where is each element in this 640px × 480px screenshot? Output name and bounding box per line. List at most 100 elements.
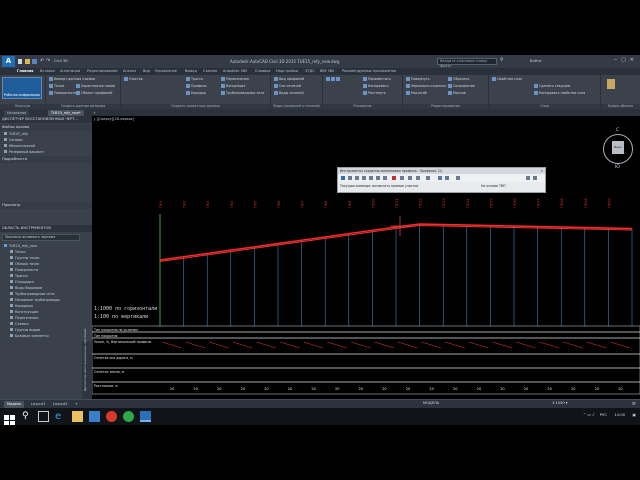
undo-icon[interactable]	[438, 176, 442, 180]
tray-icons[interactable]: ⌃ ▭ ♪	[583, 412, 595, 417]
search-icon[interactable]: ⚲	[22, 411, 33, 422]
tab-view[interactable]: Вид	[143, 69, 150, 73]
user-login[interactable]: Войти	[530, 59, 541, 63]
curve-icon[interactable]	[376, 176, 380, 180]
chrome-icon[interactable]	[123, 411, 134, 422]
tree-item[interactable]: Площадки	[10, 280, 34, 284]
file-item[interactable]: Резервный вариант	[4, 150, 44, 154]
rotate-button[interactable]: Повернуть	[406, 77, 430, 81]
fixed-tangent-icon[interactable]	[369, 176, 373, 180]
close-icon[interactable]: ✕	[630, 57, 638, 63]
pipe-networks-button[interactable]: Трубопроводные сети	[221, 91, 264, 95]
tree-item[interactable]: Трассы	[10, 274, 28, 278]
viewport-controls[interactable]: [-][Сверху][2D-каркас]	[94, 117, 134, 121]
import-survey-button[interactable]: Импорт данных съемки	[49, 77, 95, 81]
fillet-button[interactable]: Сопряжение	[448, 84, 475, 88]
feature-line-button[interactable]: Характерная линия	[76, 84, 115, 88]
move-button[interactable]: Переместить	[363, 77, 391, 81]
properties-icon[interactable]	[456, 176, 460, 180]
points-button[interactable]: Точки	[49, 84, 64, 88]
tab-etds[interactable]: ЭТДС	[305, 69, 315, 73]
annotation-scale[interactable]: 1:1000 ▾	[552, 401, 568, 405]
make-current-button[interactable]: Сделать текущим	[534, 84, 570, 88]
tree-item[interactable]: Точки	[10, 250, 25, 254]
new-icon[interactable]	[18, 59, 22, 64]
sample-lines-button[interactable]: Оси сечений	[274, 84, 301, 88]
select-pvi-icon[interactable]	[408, 176, 412, 180]
file-item[interactable]: Механический	[4, 144, 35, 148]
parcel-button[interactable]: Участок	[124, 77, 143, 81]
undo-icon[interactable]: ↶	[40, 58, 44, 64]
tab-annotate[interactable]: Аннотации	[60, 69, 80, 73]
draw-tools[interactable]	[326, 77, 341, 81]
profile-view-button[interactable]: Вид профилей	[274, 77, 304, 81]
drawing-canvas[interactable]: ПК1 ПК2 ПК3 ПК4 ПК5 ПК6 ПК7 ПК8 ПК9 ПК10 ПК11 ПК12 П…	[92, 116, 640, 399]
delete-pvi-icon[interactable]	[355, 176, 359, 180]
surfaces-button[interactable]: Поверхности	[49, 91, 77, 95]
search-icon[interactable]: ⚲	[500, 57, 504, 63]
alignment-button[interactable]: Трасса	[186, 77, 203, 81]
tree-item[interactable]: Съемка	[10, 322, 29, 326]
clock[interactable]: 14:00	[614, 412, 625, 417]
layout-tab-model[interactable]: Модель	[4, 401, 25, 408]
scale-button[interactable]: Масштаб	[406, 91, 427, 95]
notifications-icon[interactable]: ▣	[632, 412, 636, 417]
copy-profile-icon[interactable]	[426, 176, 430, 180]
next-entity-icon[interactable]	[533, 176, 537, 180]
intersections-button[interactable]: Пересечения	[221, 77, 249, 81]
corridor-button[interactable]: Коридор	[186, 91, 206, 95]
tree-item[interactable]: Группы точек	[10, 256, 40, 260]
windows-start-icon[interactable]	[4, 411, 15, 426]
autocad-civil3d-icon[interactable]	[140, 411, 151, 422]
tab-help[interactable]: Справка	[255, 69, 270, 73]
raise-lower-icon[interactable]	[416, 176, 420, 180]
tree-item[interactable]: Группы видов	[10, 328, 40, 332]
store-icon[interactable]	[89, 411, 100, 422]
language-indicator[interactable]: РУС	[600, 412, 607, 417]
tree-item[interactable]: Напорные трубопроводы	[10, 298, 60, 302]
file-explorer-icon[interactable]	[72, 411, 83, 422]
prev-entity-icon[interactable]	[526, 176, 530, 180]
delete-entity-icon[interactable]	[392, 176, 396, 180]
file-item[interactable]: Основы	[4, 138, 23, 142]
tab-bim360[interactable]: BIM 360	[320, 69, 334, 73]
section-views-button[interactable]: Виды сечений	[274, 91, 304, 95]
maximize-icon[interactable]: ▢	[621, 57, 630, 63]
yandex-browser-icon[interactable]	[106, 411, 117, 422]
tree-item[interactable]: Базовые элементы	[10, 334, 49, 338]
array-button[interactable]: Массив	[448, 91, 466, 95]
viewcube-top[interactable]: Верх	[612, 141, 624, 154]
tree-item[interactable]: Конструкции	[10, 310, 38, 314]
edge-browser-icon[interactable]: e	[55, 411, 66, 422]
tab-manage[interactable]: Управление	[155, 69, 177, 73]
search-input[interactable]: Введите ключевое слово/фразу	[437, 58, 497, 68]
tree-root[interactable]: TUE15_mfy_new	[4, 244, 37, 248]
details-header[interactable]: Подробности	[0, 156, 92, 163]
layer-properties-button[interactable]: Свойства слоя	[492, 77, 522, 81]
tree-item[interactable]: Коридоры	[10, 304, 33, 308]
concept-button[interactable]: Концепция	[221, 84, 245, 88]
tab-modify[interactable]: Редактирование	[87, 69, 118, 73]
workspace-selector[interactable]: Civil 3D	[54, 59, 68, 63]
model-space-toggle[interactable]: МОДЕЛЬ	[423, 401, 439, 405]
draw-tangents-icon[interactable]	[341, 176, 345, 180]
tree-item[interactable]: Трубопроводные сети	[10, 292, 54, 296]
tab-autodesk360[interactable]: Autodesk 360	[223, 69, 247, 73]
tab-survey[interactable]: Съемка	[203, 69, 217, 73]
osnap-mode[interactable]: На основе ТВП	[481, 184, 505, 188]
open-icon[interactable]	[25, 59, 30, 64]
tree-item[interactable]: Поверхности	[10, 268, 38, 272]
layout-tab-2[interactable]: Layout2	[50, 401, 71, 408]
file-item[interactable]: TUE47_mfy	[4, 132, 28, 136]
paste-button[interactable]	[607, 79, 616, 89]
mirror-button[interactable]: Зеркально отразить	[406, 84, 446, 88]
profile-object-button[interactable]: Объект профилей	[76, 91, 112, 95]
app-logo-icon[interactable]: A	[2, 56, 15, 67]
move-pvi-icon[interactable]	[362, 176, 366, 180]
grid-view-icon[interactable]	[400, 176, 404, 180]
save-icon[interactable]	[32, 59, 37, 64]
layout-tab-1[interactable]: Layout1	[28, 401, 49, 408]
backup-files-header[interactable]: Файлы архива	[0, 124, 92, 131]
tree-item[interactable]: Облака точек	[10, 262, 39, 266]
customize-icon[interactable]: ≡	[632, 401, 636, 407]
